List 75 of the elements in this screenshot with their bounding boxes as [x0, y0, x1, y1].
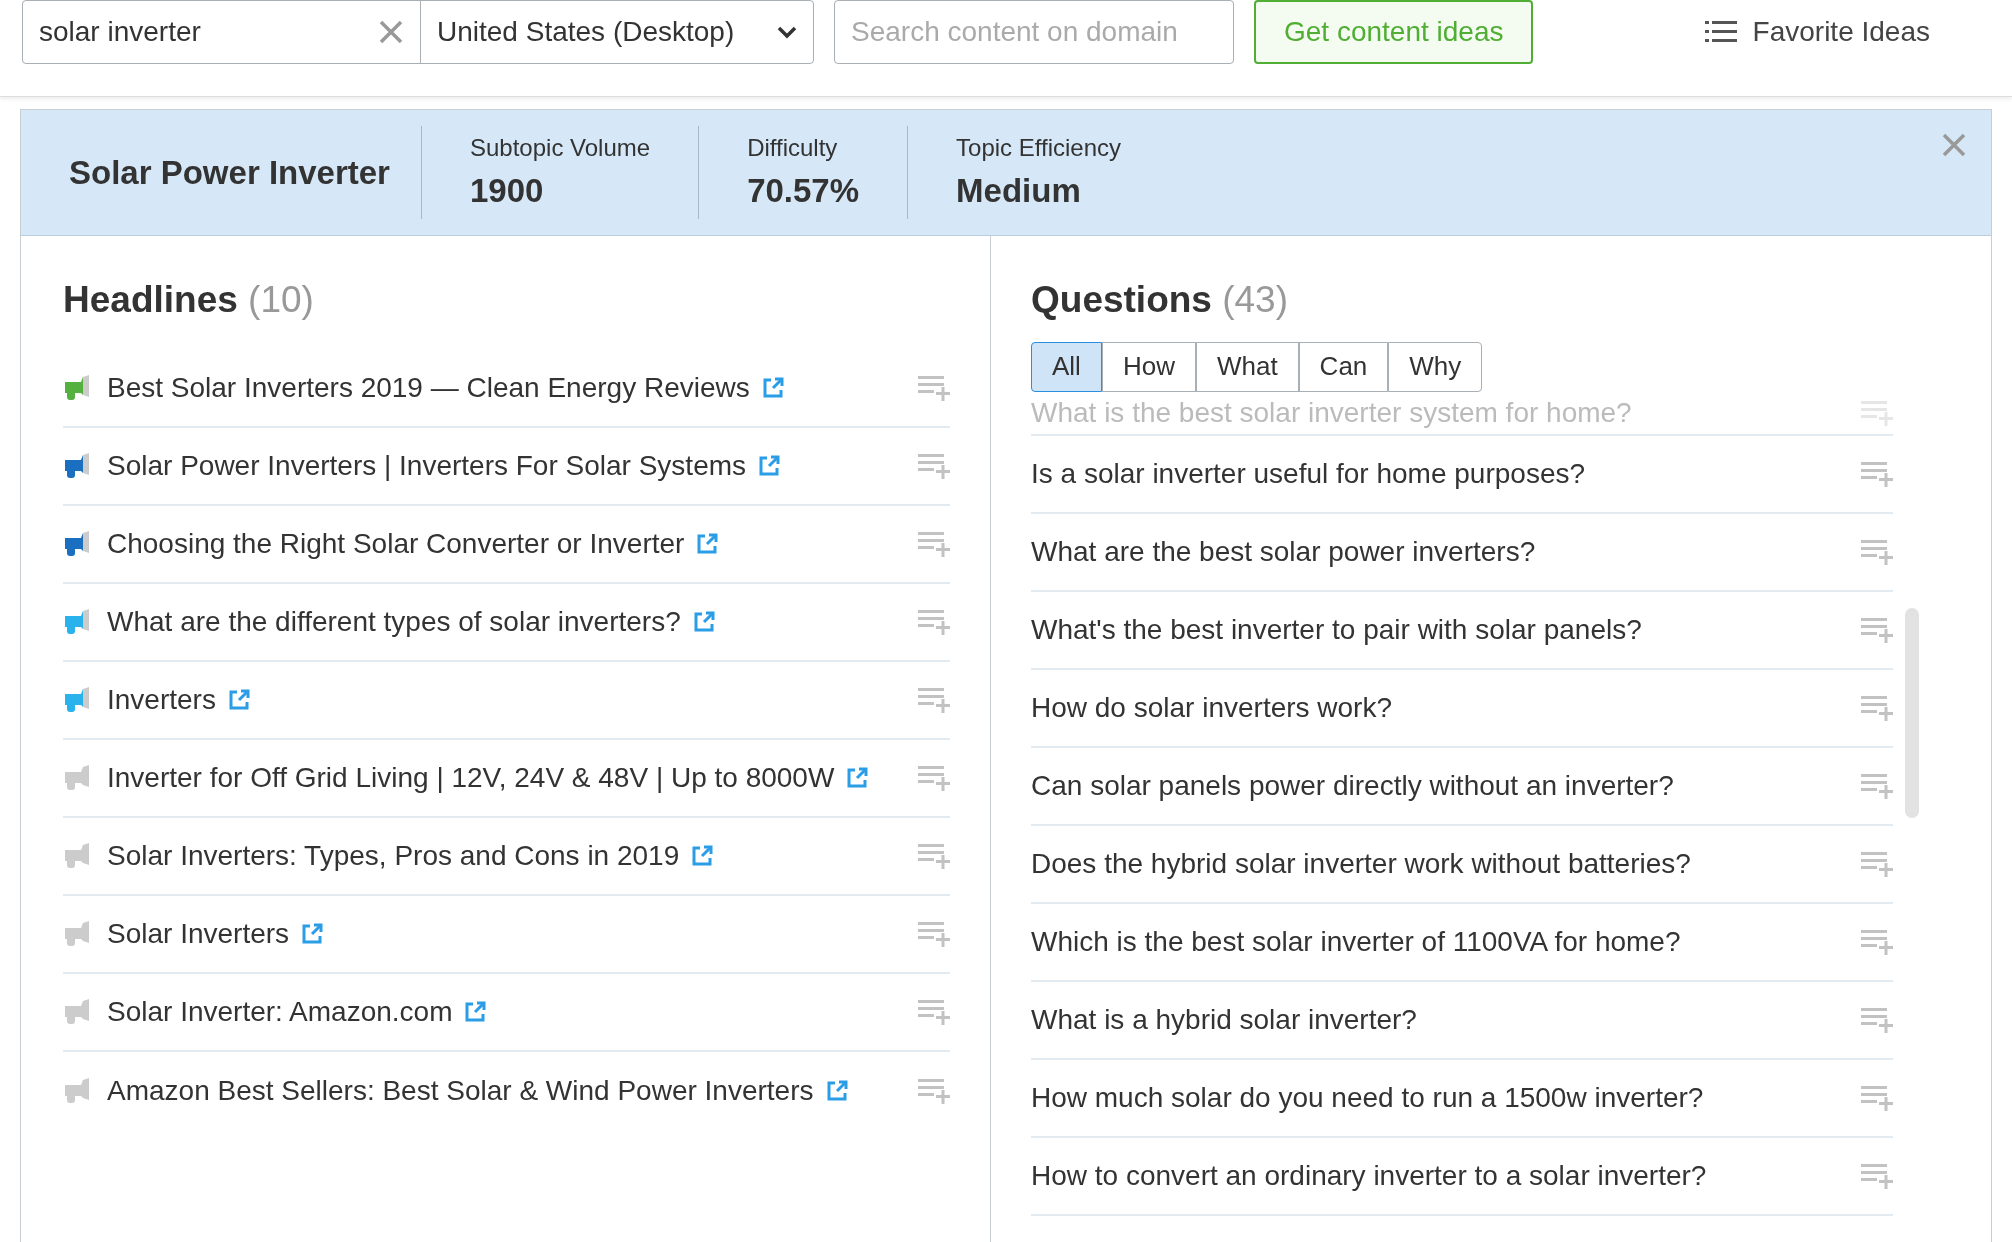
headline-link[interactable]: What are the different types of solar inverters?: [107, 600, 681, 643]
list-icon: [1704, 21, 1737, 43]
headline-link[interactable]: Amazon Best Sellers: Best Solar & Wind Power Inverters: [107, 1069, 814, 1112]
headlines-count: (10): [248, 279, 314, 320]
location-dropdown[interactable]: United States (Desktop): [421, 1, 813, 63]
questions-title: Questions: [1031, 279, 1213, 320]
filter-tab[interactable]: How: [1101, 341, 1196, 392]
filter-tab[interactable]: Can: [1298, 341, 1389, 392]
headline-link[interactable]: Choosing the Right Solar Converter or Inverter: [107, 522, 685, 565]
external-link-icon[interactable]: [761, 376, 784, 399]
headline-link[interactable]: Solar Inverters: Types, Pros and Cons in 2019: [107, 834, 680, 877]
add-to-list-icon[interactable]: [1861, 1161, 1893, 1190]
headline-link[interactable]: Inverters: [107, 678, 216, 721]
external-link-icon[interactable]: [464, 1000, 487, 1023]
external-link-icon[interactable]: [691, 844, 714, 867]
stat-value: 1900: [470, 170, 545, 211]
external-link-icon[interactable]: [301, 922, 324, 945]
add-to-list-icon[interactable]: [918, 763, 950, 792]
favorite-ideas-button[interactable]: Favorite Ideas: [1704, 0, 1930, 64]
add-to-list-icon[interactable]: [1861, 459, 1893, 488]
chevron-down-icon: [777, 25, 797, 39]
external-link-icon[interactable]: [692, 610, 715, 633]
question-text[interactable]: What is a hybrid solar inverter?: [1031, 998, 1861, 1041]
external-link-icon[interactable]: [825, 1079, 848, 1102]
add-to-list-icon[interactable]: [918, 685, 950, 714]
headline-link[interactable]: Inverter for Off Grid Living | 12V, 24V & 48V | Up to 8000W: [107, 756, 835, 799]
add-to-list-icon[interactable]: [918, 607, 950, 636]
add-to-list-icon[interactable]: [1861, 849, 1893, 878]
close-icon[interactable]: [1941, 132, 1967, 158]
headline-link[interactable]: Solar Inverter: Amazon.com: [107, 990, 453, 1033]
questions-count: (43): [1222, 279, 1288, 320]
question-text[interactable]: What's the best inverter to pair with solar panels?: [1031, 608, 1861, 651]
headline-link[interactable]: Solar Power Inverters | Inverters For Solar Systems: [107, 444, 747, 487]
stat-label: Topic Efficiency: [956, 132, 1122, 163]
add-to-list-icon[interactable]: [1861, 537, 1893, 566]
external-link-icon[interactable]: [696, 532, 719, 555]
external-link-icon[interactable]: [846, 766, 869, 789]
add-to-list-icon[interactable]: [918, 451, 950, 480]
topic-title: Solar Power Inverter: [68, 152, 391, 193]
external-link-icon[interactable]: [227, 688, 250, 711]
domain-search-field[interactable]: Search content on domain: [834, 0, 1234, 64]
add-to-list-icon[interactable]: [918, 1076, 950, 1105]
filter-tab[interactable]: Why: [1388, 341, 1483, 392]
add-to-list-icon[interactable]: [1861, 771, 1893, 800]
external-link-icon[interactable]: [758, 454, 781, 477]
question-text[interactable]: How much solar do you need to run a 1500w inverter?: [1031, 1076, 1861, 1119]
add-to-list-icon[interactable]: [918, 919, 950, 948]
question-text[interactable]: What are the best solar power inverters?: [1031, 530, 1861, 573]
stat-label: Difficulty: [747, 132, 839, 163]
question-text[interactable]: Can solar panels power directly without an inverter?: [1031, 764, 1861, 807]
add-to-list-icon[interactable]: [918, 373, 950, 402]
stat-value: Medium: [956, 170, 1082, 211]
add-to-list-icon[interactable]: [918, 997, 950, 1026]
headline-link[interactable]: Best Solar Inverters 2019 — Clean Energy Reviews: [107, 366, 750, 409]
add-to-list-icon[interactable]: [1861, 693, 1893, 722]
filter-tab[interactable]: What: [1195, 341, 1299, 392]
question-text[interactable]: How do solar inverters work?: [1031, 686, 1861, 729]
add-to-list-icon[interactable]: [918, 841, 950, 870]
headline-link[interactable]: Solar Inverters: [107, 912, 290, 955]
add-to-list-icon[interactable]: [1861, 927, 1893, 956]
add-to-list-icon[interactable]: [1861, 1083, 1893, 1112]
scrollbar[interactable]: [1905, 608, 1919, 818]
clear-icon[interactable]: [378, 19, 404, 45]
headlines-title: Headlines: [63, 279, 239, 320]
add-to-list-icon[interactable]: [1861, 1005, 1893, 1034]
stat-value: 70.57%: [747, 170, 860, 211]
question-text[interactable]: Does the hybrid solar inverter work without batteries?: [1031, 842, 1861, 885]
question-text[interactable]: Is a solar inverter useful for home purposes?: [1031, 452, 1861, 495]
question-text[interactable]: How to convert an ordinary inverter to a solar inverter?: [1031, 1154, 1861, 1197]
filter-tab[interactable]: All: [1031, 341, 1102, 392]
question-text[interactable]: Which is the best solar inverter of 1100VA for home?: [1031, 920, 1861, 963]
keyword-field[interactable]: solar inverter: [23, 1, 421, 63]
add-to-list-icon[interactable]: [1861, 615, 1893, 644]
stat-label: Subtopic Volume: [470, 132, 651, 163]
add-to-list-icon[interactable]: [918, 529, 950, 558]
